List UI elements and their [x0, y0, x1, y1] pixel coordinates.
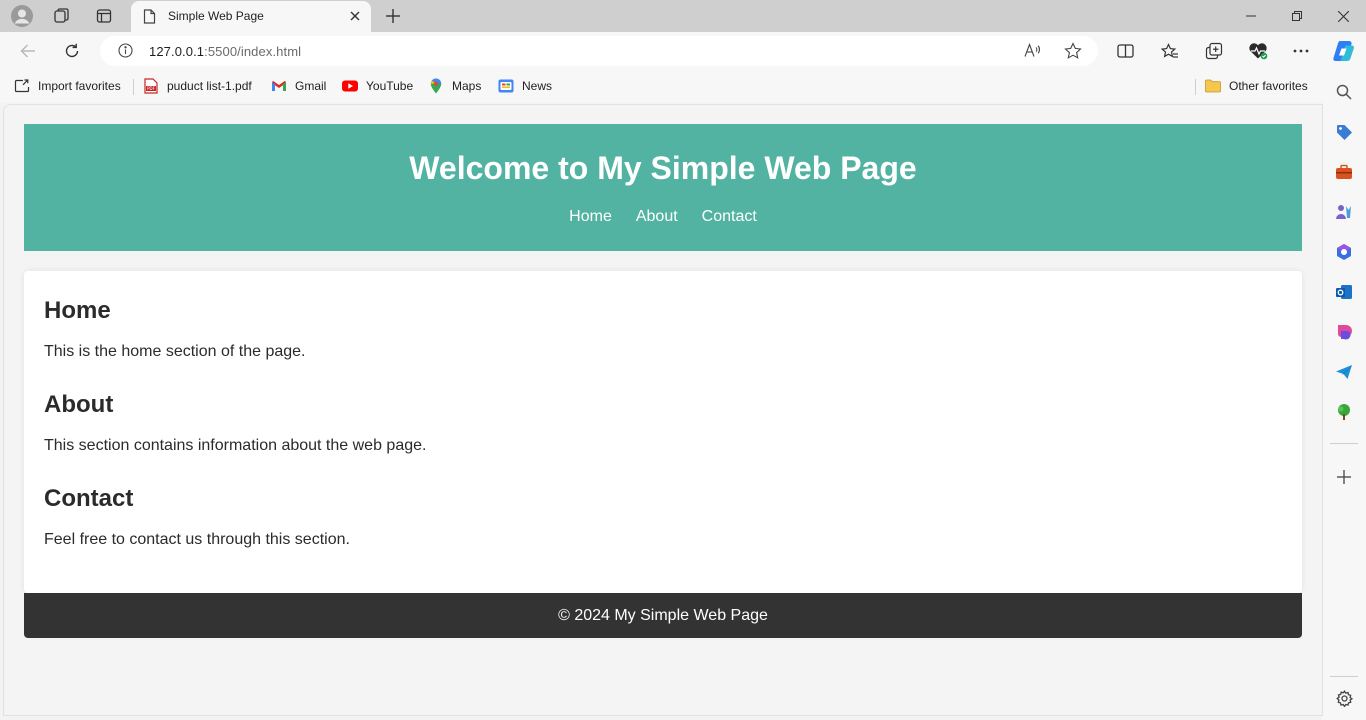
pdf-icon: PDF	[143, 78, 159, 94]
shopping-tag-icon[interactable]	[1332, 120, 1356, 144]
edge-sidebar	[1322, 70, 1366, 720]
add-sidebar-app-icon[interactable]	[1332, 465, 1356, 489]
site-footer: © 2024 My Simple Web Page	[24, 593, 1302, 638]
designer-icon[interactable]	[1332, 320, 1356, 344]
more-options-icon[interactable]	[1286, 37, 1316, 65]
section-text-about: This section contains information about …	[44, 437, 427, 454]
active-tab[interactable]: Simple Web Page	[131, 1, 371, 32]
restore-icon[interactable]	[1274, 0, 1320, 32]
favorite-label: Gmail	[295, 79, 327, 93]
favorite-label: puduct list-1.pdf	[167, 79, 252, 93]
favorite-star-icon[interactable]	[1064, 42, 1082, 65]
copilot-icon[interactable]	[1329, 37, 1359, 65]
url-text[interactable]: 127.0.0.1:5500/index.html	[149, 44, 301, 59]
send-icon[interactable]	[1332, 360, 1356, 384]
page-icon	[143, 9, 156, 29]
site-header: Welcome to My Simple Web Page Home About…	[24, 124, 1302, 251]
favorites-divider	[133, 79, 134, 95]
favorites-bar: Import favorites PDF puduct list-1.pdf G…	[0, 70, 1366, 102]
tab-strip: Simple Web Page	[0, 0, 1366, 32]
vertical-tabs-icon[interactable]	[92, 4, 116, 28]
outlook-icon[interactable]	[1332, 280, 1356, 304]
section-text-home: This is the home section of the page.	[44, 343, 306, 360]
back-icon[interactable]	[13, 37, 43, 65]
favorite-label: Import favorites	[38, 79, 121, 93]
svg-text:PDF: PDF	[147, 86, 155, 91]
nav-link-about[interactable]: About	[636, 208, 678, 226]
microsoft-365-icon[interactable]	[1332, 240, 1356, 264]
tools-briefcase-icon[interactable]	[1332, 160, 1356, 184]
main-content: Home This is the home section of the pag…	[24, 271, 1302, 593]
tab-title: Simple Web Page	[168, 9, 264, 23]
favorites-icon[interactable]	[1155, 37, 1185, 65]
favorite-pdf[interactable]: PDF puduct list-1.pdf	[143, 77, 252, 95]
import-icon	[14, 78, 30, 94]
page-viewport: Welcome to My Simple Web Page Home About…	[3, 104, 1323, 716]
other-favorites[interactable]: Other favorites	[1205, 77, 1308, 95]
sidebar-settings-icon[interactable]	[1332, 686, 1356, 710]
profile-icon[interactable]	[10, 4, 34, 28]
section-heading-about: About	[44, 391, 114, 418]
favorite-news[interactable]: News	[498, 77, 552, 95]
youtube-icon	[342, 78, 358, 94]
workspaces-icon[interactable]	[50, 4, 74, 28]
site-title: Welcome to My Simple Web Page	[409, 150, 917, 186]
minimize-icon[interactable]	[1228, 0, 1274, 32]
favorite-youtube[interactable]: YouTube	[342, 77, 413, 95]
favorites-divider	[1195, 79, 1196, 95]
browser-toolbar: 127.0.0.1:5500/index.html	[0, 32, 1366, 70]
browser-essentials-icon[interactable]	[1243, 37, 1273, 65]
favorite-label: News	[522, 79, 553, 93]
nav-link-contact[interactable]: Contact	[702, 208, 757, 226]
search-icon[interactable]	[1332, 80, 1356, 104]
new-tab-icon[interactable]	[381, 4, 405, 28]
sidebar-divider	[1330, 676, 1358, 677]
favorite-gmail[interactable]: Gmail	[271, 77, 326, 95]
news-icon	[498, 78, 514, 94]
maps-icon	[428, 78, 444, 94]
favorite-label: YouTube	[366, 79, 414, 93]
tree-icon[interactable]	[1332, 400, 1356, 424]
url-path: :5500/index.html	[204, 44, 302, 59]
close-tab-icon[interactable]	[347, 8, 363, 24]
gmail-icon	[271, 78, 287, 94]
url-host: 127.0.0.1	[149, 44, 205, 59]
games-icon[interactable]	[1332, 200, 1356, 224]
favorite-maps[interactable]: Maps	[428, 77, 481, 95]
favorite-label: Maps	[452, 79, 482, 93]
section-heading-contact: Contact	[44, 485, 134, 512]
address-bar[interactable]: 127.0.0.1:5500/index.html	[100, 36, 1098, 66]
read-aloud-icon[interactable]	[1024, 42, 1041, 63]
site-nav: Home About Contact	[24, 208, 1302, 226]
collections-icon[interactable]	[1199, 37, 1229, 65]
site-info-icon[interactable]	[118, 43, 133, 63]
sidebar-divider	[1330, 443, 1358, 444]
refresh-icon[interactable]	[57, 37, 87, 65]
section-text-contact: Feel free to contact us through this sec…	[44, 531, 350, 548]
close-window-icon[interactable]	[1320, 0, 1366, 32]
split-screen-icon[interactable]	[1110, 37, 1140, 65]
other-favorites-label: Other favorites	[1229, 79, 1308, 93]
nav-link-home[interactable]: Home	[569, 208, 612, 226]
favorite-import[interactable]: Import favorites	[14, 77, 121, 95]
section-heading-home: Home	[44, 297, 111, 324]
folder-icon	[1205, 78, 1221, 94]
